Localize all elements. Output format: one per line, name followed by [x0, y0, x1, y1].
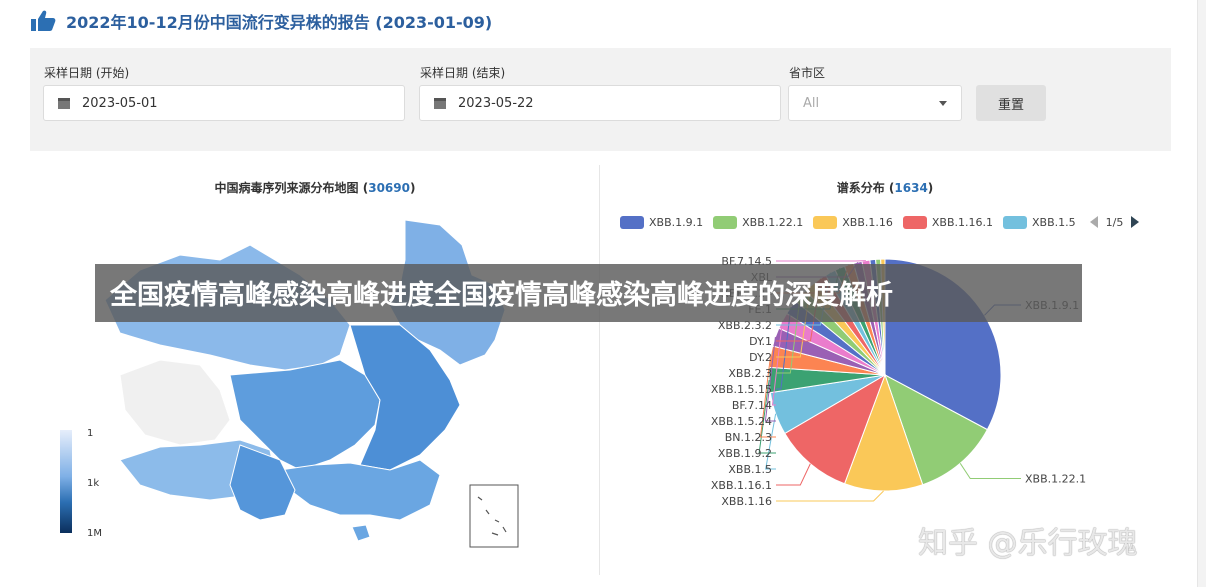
pie-label: XBB.1.5.24 — [711, 415, 772, 428]
title-banner: 全国疫情高峰感染高峰进度全国疫情高峰感染高峰进度的深度解析 — [95, 264, 1082, 322]
filter-panel: 采样日期 (开始) 2023-05-01 采样日期 (结束) 2023-05-2… — [30, 48, 1171, 151]
banner-text: 全国疫情高峰感染高峰进度全国疫情高峰感染高峰进度的深度解析 — [110, 280, 893, 311]
pie-label: XBB.1.5 — [728, 463, 772, 476]
legend-swatch — [713, 215, 738, 229]
pie-label: DY.2 — [749, 351, 772, 364]
legend-swatch — [813, 215, 838, 229]
map-region-south[interactable] — [279, 459, 441, 521]
pie-label: XBB.1.5.15 — [711, 383, 772, 396]
map-region-hainan[interactable] — [351, 524, 371, 542]
pie-title: 谱系分布 (1634) — [836, 181, 934, 195]
legend-label: XBB.1.9.1 — [649, 215, 704, 229]
start-date-value: 2023-05-01 — [82, 95, 158, 111]
pager-next-icon[interactable] — [1131, 216, 1140, 228]
pie-label: XBB.1.22.1 — [1025, 473, 1086, 486]
pie-label: DY.1 — [749, 335, 772, 348]
reset-button[interactable]: 重置 — [976, 85, 1046, 121]
region-select-value: All — [803, 95, 820, 111]
south-china-sea-islands — [477, 496, 507, 536]
region-label: 省市区 — [789, 66, 826, 80]
south-china-sea-inset — [469, 484, 519, 548]
legend-swatch — [1003, 215, 1027, 229]
pie-label-line — [776, 463, 811, 486]
pie-label: XBB.1.9.2 — [718, 447, 772, 460]
pie-legend: XBB.1.9.1 XBB.1.22.1 XBB.1.16 XBB.1.16.1… — [620, 213, 1140, 231]
watermark: 知乎 @乐行玫瑰 — [918, 526, 1138, 561]
pie-title-text: 谱系分布 — [836, 181, 885, 195]
legend-item[interactable]: XBB.1.16.1 — [902, 215, 993, 229]
pie-label: BF.7.14 — [732, 399, 772, 412]
pager-prev-icon[interactable] — [1089, 216, 1098, 228]
pie-label: XBB.2.3 — [728, 367, 772, 380]
legend-swatch — [902, 215, 927, 229]
legend-item[interactable]: XBB.1.5 — [1003, 215, 1076, 229]
visual-map-high: 1M — [87, 528, 102, 539]
pie-label: XBB.1.16 — [721, 495, 772, 508]
calendar-icon — [58, 97, 70, 109]
legend-label: XBB.1.16 — [842, 215, 893, 229]
legend-item[interactable]: XBB.1.16 — [813, 215, 893, 229]
start-date-label: 采样日期 (开始) — [44, 66, 130, 80]
visual-map-mid: 1k — [87, 478, 100, 489]
report-header: 2022年10-12月份中国流行变异株的报告 (2023-01-09) — [28, 6, 492, 36]
legend-label: XBB.1.5 — [1032, 215, 1076, 229]
map-count: 30690 — [368, 181, 410, 195]
end-date-label: 采样日期 (结束) — [420, 66, 506, 80]
region-select[interactable]: All — [788, 85, 962, 121]
pie-label: BN.1.2.3 — [725, 431, 772, 444]
pie-label-line — [959, 463, 1021, 480]
pie-count: 1634 — [894, 181, 928, 195]
legend-swatch — [620, 215, 644, 229]
map-title-text: 中国病毒序列来源分布地图 — [214, 181, 359, 195]
legend-item[interactable]: XBB.1.9.1 — [620, 215, 704, 229]
pager-text: 1/5 — [1105, 215, 1124, 229]
pie-label: XBB.1.16.1 — [711, 479, 772, 492]
chevron-down-icon — [939, 101, 947, 106]
end-date-value: 2023-05-22 — [458, 95, 534, 111]
thumbs-up-icon — [31, 10, 56, 31]
end-date-field[interactable]: 2023-05-22 — [419, 85, 781, 121]
visual-map-gradient — [60, 430, 72, 533]
map-title: 中国病毒序列来源分布地图 (30690) — [214, 181, 416, 195]
legend-item[interactable]: XBB.1.22.1 — [713, 215, 804, 229]
pie-label-line — [776, 490, 884, 502]
legend-label: XBB.1.22.1 — [742, 215, 804, 229]
legend-pager: 1/5 — [1089, 215, 1140, 229]
page-title: 2022年10-12月份中国流行变异株的报告 (2023-01-09) — [66, 13, 493, 32]
calendar-icon — [434, 97, 446, 109]
map-region-xinjiang[interactable] — [119, 359, 231, 446]
start-date-field[interactable]: 2023-05-01 — [43, 85, 405, 121]
legend-label: XBB.1.16.1 — [931, 215, 993, 229]
visual-map-low: 1 — [87, 428, 94, 439]
